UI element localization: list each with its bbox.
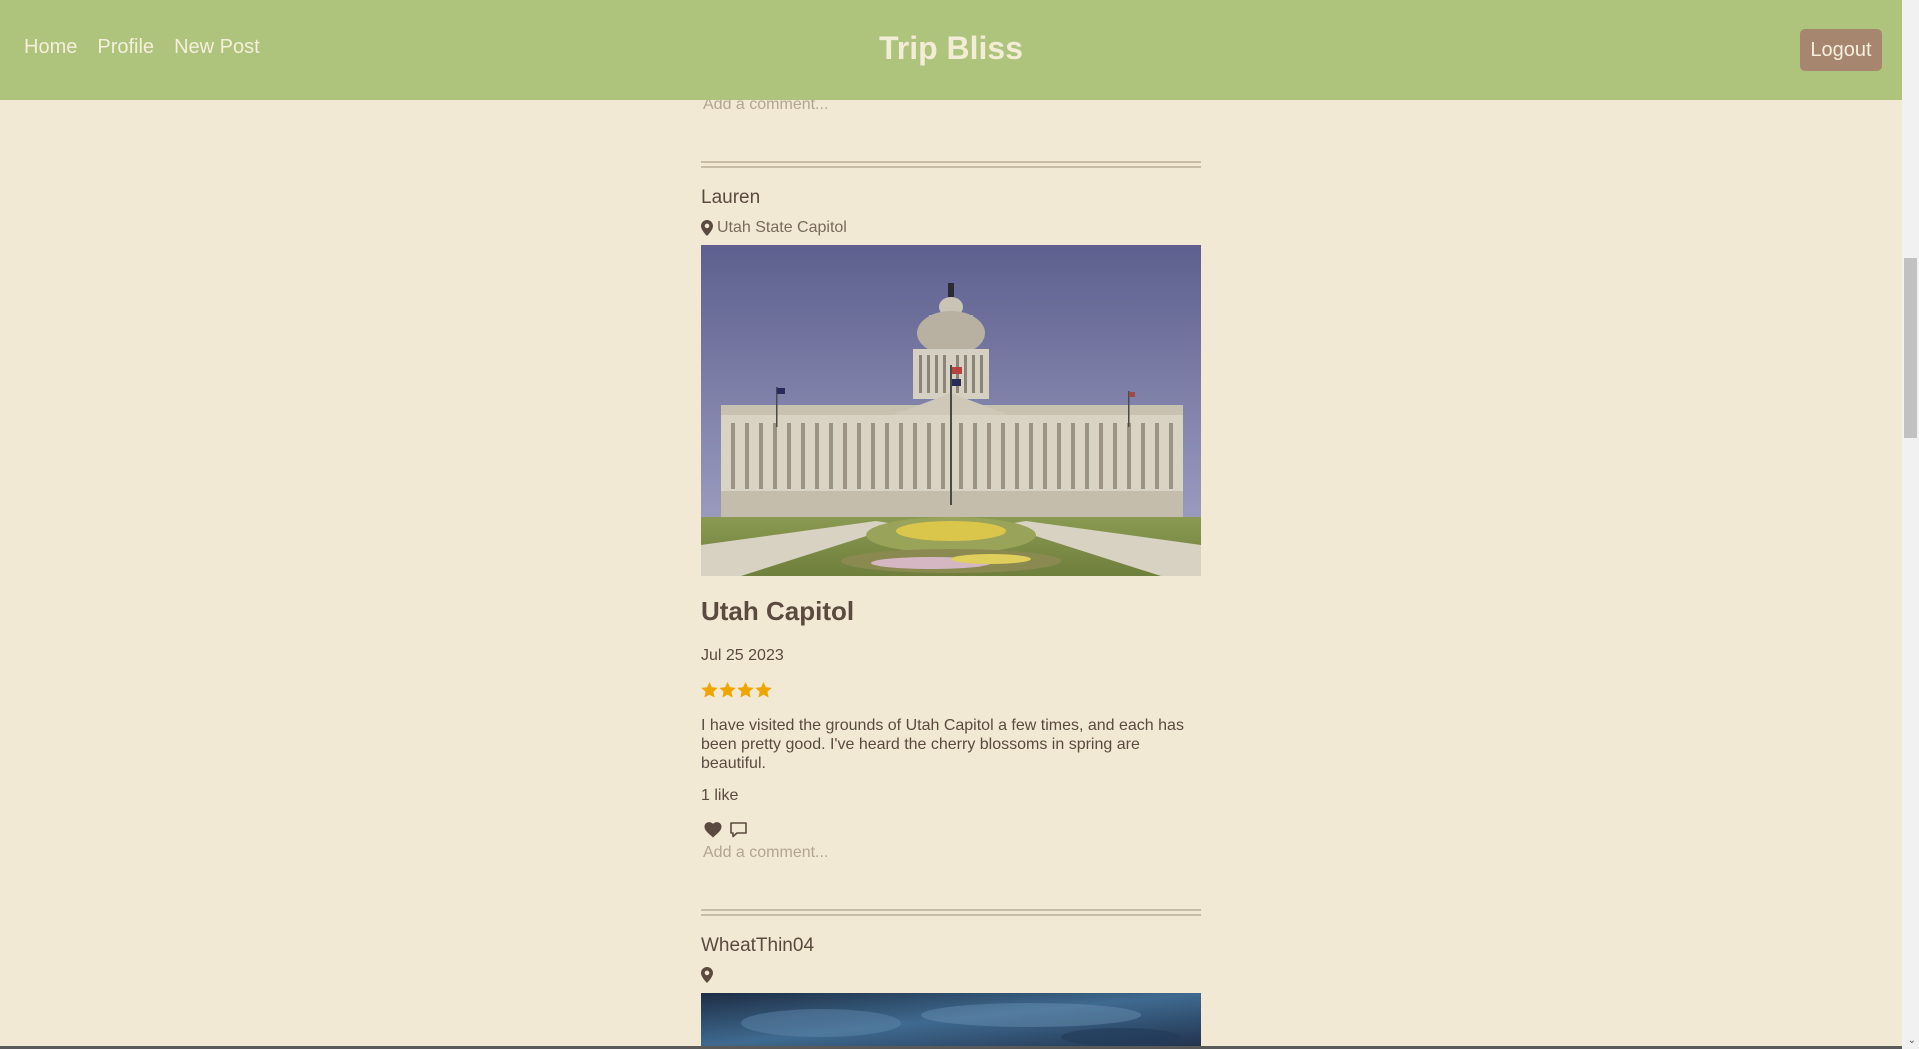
post-divider [701, 909, 1201, 916]
post-photo [701, 245, 1201, 576]
star-icon [737, 682, 754, 698]
logout-button[interactable]: Logout [1800, 29, 1882, 71]
post-body: I have visited the grounds of Utah Capit… [701, 717, 1184, 772]
capitol-building-image [701, 245, 1201, 576]
vertical-scrollbar[interactable]: ⌄ [1902, 0, 1919, 1049]
post-photo [701, 993, 1201, 1046]
top-navbar: Home Profile New Post Trip Bliss Logout [0, 0, 1902, 100]
post-actions [704, 822, 747, 838]
post-username[interactable]: Lauren [701, 187, 760, 209]
post-username[interactable]: WheatThin04 [701, 935, 814, 957]
star-icon [755, 682, 772, 698]
like-count: 1 like [701, 787, 739, 804]
post-location-label: Utah State Capitol [717, 219, 847, 236]
post-title: Utah Capitol [701, 596, 855, 626]
star-icon [719, 682, 736, 698]
comment-icon[interactable] [730, 822, 747, 838]
scrollbar-thumb[interactable] [1904, 258, 1917, 438]
night-sky-image [701, 993, 1201, 1046]
post-location: Utah State Capitol [701, 219, 847, 237]
post-divider [701, 161, 1201, 168]
scroll-down-icon[interactable]: ⌄ [1908, 1035, 1916, 1047]
star-rating [701, 682, 772, 698]
post-location [701, 967, 717, 983]
heart-icon[interactable] [704, 822, 722, 838]
map-pin-icon [701, 967, 713, 983]
post-date: Jul 25 2023 [701, 647, 784, 664]
map-pin-icon [701, 220, 713, 236]
comment-input[interactable] [701, 843, 1201, 863]
star-icon [701, 682, 718, 698]
brand-title: Trip Bliss [878, 30, 1024, 66]
